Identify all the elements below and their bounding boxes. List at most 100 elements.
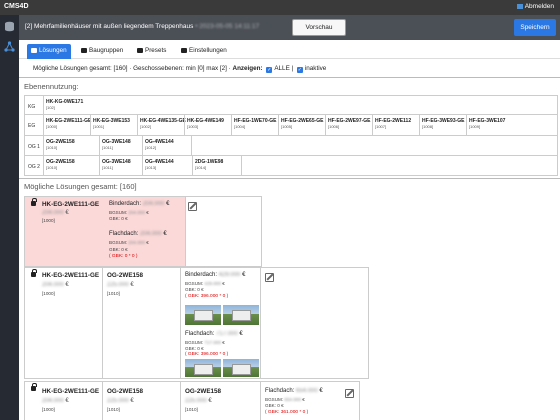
edit-icon[interactable] <box>345 389 354 398</box>
text-label: Binderdach: <box>185 272 218 278</box>
image-icon <box>137 48 143 53</box>
text-label: OG 1 <box>28 144 40 150</box>
text-label: GBK: 0 € <box>185 287 204 292</box>
text-label: 204.000 <box>42 398 64 404</box>
building-thumbnail[interactable] <box>185 305 221 325</box>
solution-card[interactable]: HK-EG-2WE111-GE 204.000 € [1000] OG-2WE1… <box>24 381 360 420</box>
level-cell[interactable]: OG-2WE158 [1010] <box>43 156 99 175</box>
text-label: € <box>302 397 305 402</box>
level-cell[interactable]: HF-EG-2WE65-GE [1005] <box>278 115 325 135</box>
sidebar <box>0 15 19 420</box>
divider <box>19 77 560 78</box>
lock-icon[interactable] <box>31 198 37 206</box>
text-label: ( GBK: 396.000 * 0 ) <box>185 352 229 357</box>
text-label: € <box>130 398 134 404</box>
building-thumbnail[interactable] <box>185 359 221 377</box>
text-label: GBK: 0 € <box>265 403 284 408</box>
text-label: Baugruppen <box>89 47 124 54</box>
level-cell[interactable]: HK-KG-0WE171 [102] <box>43 96 90 114</box>
text-label: € <box>166 201 170 207</box>
text-label: Flachdach: <box>265 388 295 394</box>
text-label: OG-2WE158 <box>185 388 222 395</box>
level-cell[interactable]: HK-EG-2WE111-GE [1000] <box>43 115 91 135</box>
text-label: € <box>222 281 225 286</box>
level-cell[interactable]: HK-EG-4WE149 [1003] <box>184 115 231 135</box>
text-label: [1010] <box>46 165 58 170</box>
text-label: [1010] <box>107 291 120 296</box>
text-label: GBK: 0 € <box>109 216 128 221</box>
text-label: 429.000 <box>218 272 241 278</box>
text-label: • 2023-05-05 14:11:17 <box>195 23 260 30</box>
level-cell[interactable]: OG-3WE148 [1011] <box>99 136 142 155</box>
tab-loesungen[interactable]: Lösungen <box>27 44 71 59</box>
text-label: ( GBK: 361.000 * 0 ) <box>265 410 309 415</box>
save-button[interactable]: Speichern <box>514 19 556 36</box>
text-label: KG <box>28 104 36 110</box>
filter-inactive: inaktive <box>304 65 327 72</box>
level-cell[interactable]: HF-EG-3WE107 [1009] <box>466 115 513 135</box>
text-label: [1004] <box>234 124 246 129</box>
text-label: € <box>163 231 167 237</box>
database-icon[interactable] <box>4 21 15 32</box>
lock-icon[interactable] <box>31 269 37 277</box>
level-cell[interactable]: HF-EG-2WE97-GE [1006] <box>325 115 372 135</box>
text-label: Flachdach: <box>109 231 139 237</box>
cube-icon <box>81 48 87 53</box>
level-cell[interactable]: HF-EG-1WE70-GE [1004] <box>231 115 278 135</box>
level-row-og1: OG 1 OG-2WE158 [1010] OG-3WE148 [1011] OG-… <box>25 136 557 156</box>
building-thumbnail[interactable] <box>223 359 259 377</box>
tab-baugruppen[interactable]: Baugruppen <box>77 44 127 59</box>
solution-card[interactable]: HK-EG-2WE111-GE 204.000 € [1000] OG-2WE1… <box>24 267 369 379</box>
checkbox-icon[interactable]: ✓ <box>266 67 273 73</box>
edit-icon[interactable] <box>265 273 274 282</box>
level-cell[interactable]: OG-4WE144 [1013] <box>142 156 192 175</box>
text-label: € <box>239 331 243 337</box>
text-label: HK-EG-2WE111-GE <box>42 272 100 279</box>
building-thumbnail[interactable] <box>223 305 259 325</box>
text-label: 654.000 <box>284 397 302 402</box>
text-label: [1011] <box>102 145 113 150</box>
lock-icon[interactable] <box>31 383 37 391</box>
level-cell[interactable]: OG-2WE158 [1010] <box>43 136 99 155</box>
text-label: [1012] <box>145 145 157 150</box>
level-row-kg: KG HK-KG-0WE171 [102] <box>25 96 557 115</box>
preview-button[interactable]: Vorschau <box>292 19 346 36</box>
level-cell[interactable]: HF-EG-2WE112 [1007] <box>372 115 419 135</box>
text-label: [1001] <box>93 124 105 129</box>
title-bar: [2] Mehrfamilienhäuser mit außen liegend… <box>19 15 560 40</box>
text-label: 204.000 <box>128 210 146 215</box>
text-label: [1009] <box>469 124 481 129</box>
text-label: € <box>65 398 69 404</box>
text-label: [1010] <box>46 145 58 150</box>
text-label: Lösungen <box>39 47 67 54</box>
text-label: 204.000 <box>42 282 64 288</box>
level-cell[interactable]: HK-EG-3WE153 [1001] <box>90 115 137 135</box>
gear-icon <box>181 48 187 53</box>
text-label: € <box>65 210 69 216</box>
logout-link[interactable]: Abmelden <box>516 3 554 10</box>
tab-presets[interactable]: Presets <box>133 44 170 59</box>
text-label: [1008] <box>422 124 434 129</box>
logout-icon <box>516 4 523 9</box>
section-heading-ebenen: Ebenennutzung: <box>24 82 79 91</box>
tab-einstellungen[interactable]: Einstellungen <box>177 44 231 59</box>
network-icon[interactable] <box>4 41 15 52</box>
text-label: 717.000 <box>216 331 238 337</box>
edit-icon[interactable] <box>188 202 197 211</box>
text-label: Einstellungen <box>189 47 227 54</box>
level-cell[interactable]: HF-EG-3WE93-GE [1008] <box>419 115 466 135</box>
level-cell[interactable]: 2DG-1WE98 [1014] <box>192 156 242 175</box>
checkbox-icon[interactable]: ✓ <box>296 67 303 73</box>
level-cell[interactable]: OG-4WE144 [1012] <box>142 136 192 155</box>
level-cell[interactable]: HK-EG-4WE135-GE [1002] <box>137 115 186 135</box>
text-label: [1014] <box>195 165 207 170</box>
text-label: [102] <box>46 105 55 110</box>
text-label: [1000] <box>42 407 55 412</box>
text-label: GBK: 0 € <box>185 346 204 351</box>
text-label: € <box>222 340 225 345</box>
text-label: OG 2 <box>28 164 40 170</box>
text-label: [1007] <box>375 124 387 129</box>
solution-card[interactable]: HK-EG-2WE111-GE 204.000 € [1000] Binderd… <box>24 196 262 267</box>
text-label: Presets <box>145 47 167 54</box>
level-cell[interactable]: OG-3WE148 [1011] <box>99 156 142 175</box>
